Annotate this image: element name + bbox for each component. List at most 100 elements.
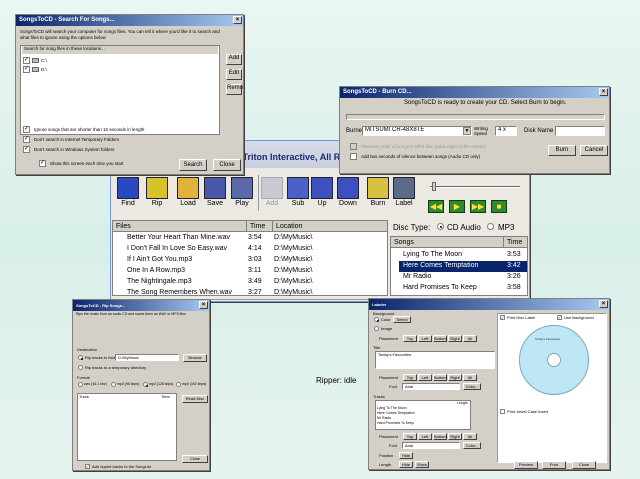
bg-color-radio[interactable] <box>374 317 379 322</box>
seek-slider[interactable] <box>430 186 520 188</box>
file-time-cell[interactable]: 3:27 <box>248 288 272 298</box>
rewind-button[interactable]: ◀◀ <box>428 200 444 213</box>
song-time-cell[interactable]: 3:58 <box>507 283 527 293</box>
labeler-track-item[interactable]: Hard Promises To Keep <box>377 421 414 425</box>
file-time-cell[interactable]: 3:49 <box>248 277 272 287</box>
placement-left-button[interactable]: Left <box>418 335 432 342</box>
bg-select-button[interactable]: Select <box>393 316 411 323</box>
print-jewel-checkbox[interactable] <box>500 409 505 414</box>
format-mp3-192-radio[interactable] <box>176 382 181 387</box>
song-time-cell[interactable]: 3:42 <box>507 261 527 271</box>
placement-left-button[interactable]: Left <box>418 433 432 440</box>
mp3-radio[interactable] <box>487 223 494 230</box>
placement-right-button[interactable]: Right <box>448 433 462 440</box>
song-time-col-header[interactable]: Time <box>503 237 527 248</box>
add-tracks-checkbox[interactable]: ✓ <box>85 464 90 469</box>
placement-bottom-button[interactable]: Bottom <box>433 433 447 440</box>
format-mp3-128-radio[interactable] <box>143 382 148 387</box>
file-name-cell[interactable]: One In A Row.mp3 <box>127 266 257 276</box>
placement-right-button[interactable]: Right <box>448 374 462 381</box>
tracks-font-select[interactable]: Arial <box>402 442 460 449</box>
label-button[interactable]: Label <box>390 172 418 212</box>
burn-cancel-button[interactable]: Cancel <box>580 145 608 156</box>
read-disc-button[interactable]: Read Disc <box>182 395 208 403</box>
placement-left-button[interactable]: Left <box>418 374 432 381</box>
preview-button[interactable]: Preview <box>514 461 538 469</box>
labeler-close-button[interactable]: Close <box>572 461 596 469</box>
burn-start-button[interactable]: Burn <box>548 145 576 156</box>
browse-button[interactable]: Browse <box>183 354 207 362</box>
file-location-cell[interactable]: D:\MyMusic\ <box>274 288 386 298</box>
song-name-cell[interactable]: Hard Promises To Keep <box>403 283 503 293</box>
song-name-cell[interactable]: Mr Radio <box>403 272 503 282</box>
file-location-cell[interactable]: D:\MyMusic\ <box>274 266 386 276</box>
song-time-cell[interactable]: 3:26 <box>507 272 527 282</box>
rip-to-folder-radio[interactable] <box>78 355 83 360</box>
add-button[interactable]: Add <box>258 172 286 212</box>
placement-top-button[interactable]: Top <box>403 335 417 342</box>
rip-button[interactable]: Rip <box>143 172 171 212</box>
add-location-button[interactable]: Add <box>226 54 242 65</box>
ignore-short-checkbox[interactable]: ✓ <box>23 126 30 133</box>
placement-all-button[interactable]: All <box>463 335 477 342</box>
disk-name-input[interactable] <box>555 126 605 136</box>
use-background-checkbox[interactable]: ✓ <box>557 315 562 320</box>
burn-button[interactable]: Burn <box>364 172 392 212</box>
burner-select[interactable]: MITSUMI CR-48X8TE <box>362 126 472 136</box>
songs-col-header[interactable]: Songs <box>391 237 503 248</box>
file-time-cell[interactable]: 3:11 <box>248 266 272 276</box>
location-d-checkbox[interactable]: ✓ <box>23 66 30 73</box>
skip-temp-checkbox[interactable]: ✓ <box>23 136 30 143</box>
format-wav-radio[interactable] <box>78 382 83 387</box>
print-button[interactable]: Print <box>542 461 566 469</box>
rip-close-button[interactable]: Close <box>182 455 208 463</box>
up-button[interactable]: Up <box>308 172 336 212</box>
preserve-order-checkbox[interactable] <box>350 143 357 150</box>
time-col-header[interactable]: Time <box>246 221 272 232</box>
save-button[interactable]: Save <box>201 172 229 212</box>
title-color-button[interactable]: Color... <box>463 383 481 390</box>
print-disc-checkbox[interactable]: ✓ <box>500 315 505 320</box>
labeler-track-item[interactable]: Mr Radio <box>377 416 391 420</box>
speed-select[interactable]: 4 x <box>495 126 517 136</box>
cd-audio-radio[interactable] <box>437 223 444 230</box>
title-font-select[interactable]: Arial <box>402 383 460 390</box>
song-name-cell[interactable]: Here Comes Temptation <box>403 261 503 271</box>
song-time-cell[interactable]: 3:53 <box>507 250 527 260</box>
format-mp3-96-radio[interactable] <box>111 382 116 387</box>
remove-location-button[interactable]: Remove <box>226 84 243 95</box>
close-icon[interactable]: × <box>199 301 208 309</box>
bg-image-radio[interactable] <box>374 326 379 331</box>
labeler-track-item[interactable]: Lying To The Moon <box>377 406 407 410</box>
show-at-start-checkbox[interactable]: ✓ <box>39 160 46 167</box>
placement-bottom-button[interactable]: Bottom <box>433 335 447 342</box>
files-col-header[interactable]: Files <box>113 221 246 232</box>
down-button[interactable]: Down <box>334 172 362 212</box>
play-button[interactable]: Play <box>228 172 256 212</box>
title-text-area[interactable]: Today's Favourites <box>375 351 495 369</box>
file-name-cell[interactable]: I Don't Fall In Love So Easy.wav <box>127 244 257 254</box>
file-name-cell[interactable]: If I Ain't Got You.mp3 <box>127 255 257 265</box>
play-icon[interactable]: ▶ <box>449 200 465 213</box>
rip-folder-input[interactable]: D:\MyMusic <box>115 354 179 361</box>
search-close-button[interactable]: Close <box>213 159 241 171</box>
rip-track-list[interactable] <box>77 393 177 461</box>
placement-all-button[interactable]: All <box>463 374 477 381</box>
placement-top-button[interactable]: Top <box>403 433 417 440</box>
file-name-cell[interactable]: The Song Remembers When.wav <box>127 288 257 298</box>
tracks-color-button[interactable]: Color... <box>463 442 481 449</box>
file-location-cell[interactable]: D:\MyMusic\ <box>274 277 386 287</box>
edit-location-button[interactable]: Edit <box>226 69 242 80</box>
close-icon[interactable]: × <box>599 300 608 308</box>
seek-thumb[interactable] <box>432 182 436 191</box>
skip-system-checkbox[interactable]: ✓ <box>23 146 30 153</box>
file-time-cell[interactable]: 4:14 <box>248 244 272 254</box>
location-c-checkbox[interactable]: ✓ <box>23 57 30 64</box>
placement-bottom-button[interactable]: Bottom <box>433 374 447 381</box>
silence-checkbox[interactable] <box>350 153 357 160</box>
file-location-cell[interactable]: D:\MyMusic\ <box>274 255 386 265</box>
file-name-cell[interactable]: Better Your Heart Than Mine.wav <box>127 233 257 243</box>
placement-top-button[interactable]: Top <box>403 374 417 381</box>
show-length-button[interactable]: Show <box>415 461 429 468</box>
load-button[interactable]: Load <box>174 172 202 212</box>
